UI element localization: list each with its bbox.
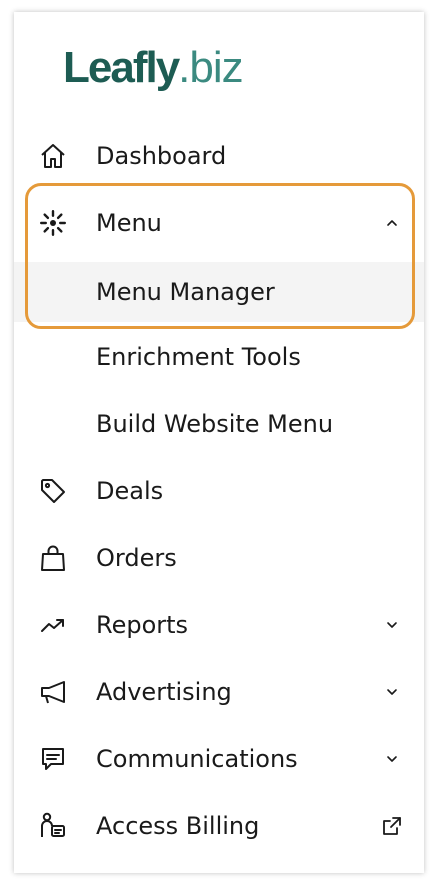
leafly-biz-logo[interactable]: Leafly. biz [63,20,244,92]
sidebar-item-dashboard[interactable]: Dashboard [14,128,424,184]
sidebar-item-label: Communications [96,745,298,773]
logo-brand: Leafly [63,43,180,92]
sidebar-item-menu[interactable]: Menu [14,195,424,251]
sidebar-item-orders[interactable]: Orders [14,530,424,586]
sidebar-item-communications[interactable]: Communications [14,731,424,787]
sidebar-item-reports[interactable]: Reports [14,597,424,653]
sidebar-item-advertising[interactable]: Advertising [14,664,424,720]
sidebar-item-label: Build Website Menu [96,410,334,438]
sidebar-item-label: Access Billing [96,812,260,840]
sidebar-panel: Leafly. biz Dashboard Menu Menu Manager … [14,12,424,873]
home-icon [36,139,70,173]
chat-icon [36,742,70,776]
sidebar-item-access-billing[interactable]: Access Billing [14,798,424,854]
tag-icon [36,474,70,508]
sidebar-subitem-build-website-menu[interactable]: Build Website Menu [14,396,424,452]
chevron-down-icon[interactable] [380,613,404,637]
person-card-icon [36,809,70,843]
sidebar-item-deals[interactable]: Deals [14,463,424,519]
sidebar-item-label: Reports [96,611,189,639]
chevron-up-icon[interactable] [380,211,404,235]
sidebar-item-label: Menu [96,209,162,237]
leaf-burst-icon [36,206,70,240]
sidebar-item-label: Advertising [96,678,232,706]
sidebar-item-label: Menu Manager [96,278,275,306]
chevron-down-icon[interactable] [380,747,404,771]
sidebar-item-label: Enrichment Tools [96,343,301,371]
sidebar-subitem-enrichment-tools[interactable]: Enrichment Tools [14,329,424,385]
shopping-bag-icon [36,541,70,575]
chevron-down-icon[interactable] [380,680,404,704]
sidebar-item-label: Deals [96,477,164,505]
sidebar-item-label: Dashboard [96,142,227,170]
external-link-icon[interactable] [380,814,404,838]
logo-tld: biz [189,43,243,92]
logo-dot: . [178,43,190,92]
sidebar-item-label: Orders [96,544,177,572]
trend-up-icon [36,608,70,642]
megaphone-icon [36,675,70,709]
sidebar-subitem-menu-manager[interactable]: Menu Manager [14,262,424,322]
